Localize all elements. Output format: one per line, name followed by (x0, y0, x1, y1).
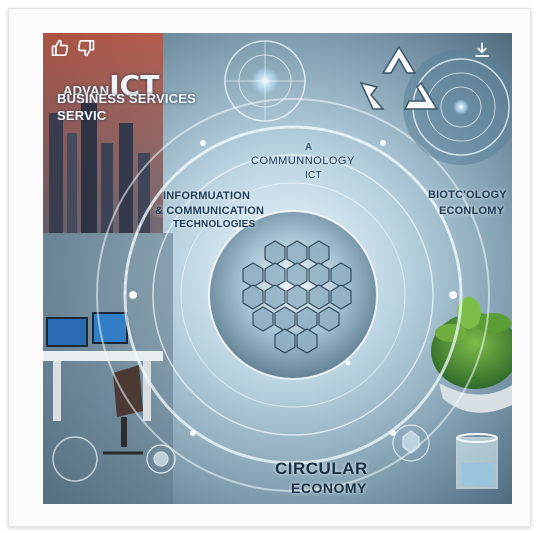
left-label-2: & COMMUNICATION (155, 205, 265, 217)
top-network-orb (224, 40, 306, 122)
generated-image: ADVANICT BUSINESS SERVICES SERVIC A COMM… (43, 33, 512, 504)
office-desk (43, 233, 173, 504)
left-label-3: TECHNOLOGIES (173, 219, 256, 230)
download-icon[interactable] (471, 39, 493, 61)
thumbs-up-icon[interactable] (49, 37, 71, 59)
image-subtitle: BUSINESS SERVICES (57, 91, 196, 106)
center-label-2: ICT (305, 170, 322, 181)
left-label-1: INFORMUATION (163, 190, 251, 202)
bottom-label-1: CIRCULAR (275, 459, 368, 478)
hex-sphere (208, 210, 378, 380)
right-label-1: BIOTC'OLOGY (428, 189, 507, 201)
image-subtitle-2: SERVIC (57, 108, 107, 123)
thumbs-down-icon[interactable] (75, 37, 97, 59)
right-label-2: ECONLOMY (439, 205, 505, 217)
image-card: ADVANICT BUSINESS SERVICES SERVIC A COMM… (8, 8, 531, 527)
bottom-label-2: ECONOMY (291, 480, 367, 496)
lab-beaker (456, 433, 498, 489)
center-label: COMMUNNOLOGY (251, 155, 355, 167)
center-small-label: A (305, 142, 313, 153)
city-skyline (43, 33, 163, 233)
